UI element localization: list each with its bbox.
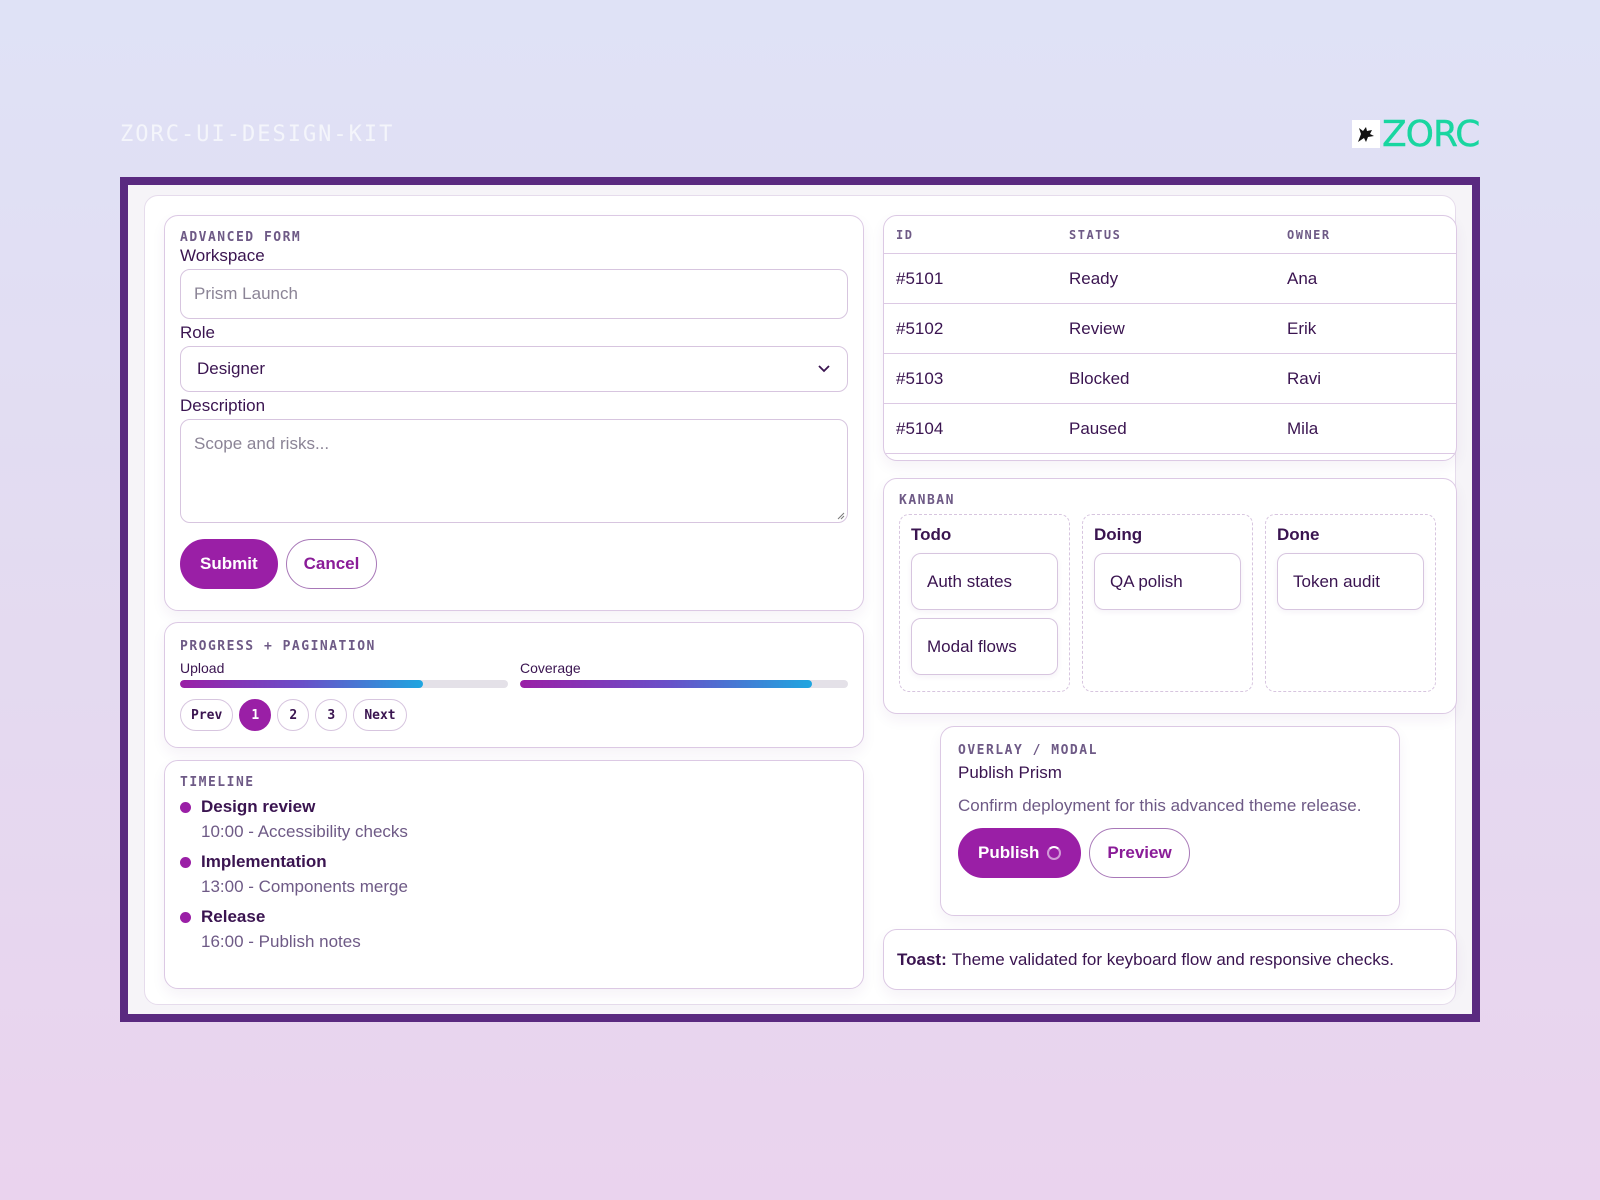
kit-title: ZORC-UI-DESIGN-KIT (120, 122, 395, 147)
loading-spinner-icon (1047, 846, 1062, 860)
section-label-kanban: KANBAN (899, 493, 955, 508)
publish-button[interactable]: Publish (958, 828, 1082, 878)
section-label-form: ADVANCED FORM (180, 230, 302, 245)
kanban-column-done: Done Token audit (1265, 514, 1436, 692)
kanban-column-title: Done (1277, 525, 1320, 544)
role-value: Designer (197, 359, 266, 378)
timeline-dot-icon (180, 857, 191, 868)
timeline-card: TIMELINE Design review 10:00 - Accessibi… (164, 760, 864, 989)
modal-dialog: OVERLAY / MODAL Publish Prism Confirm de… (940, 726, 1400, 916)
timeline-item: Release 16:00 - Publish notes (180, 907, 848, 952)
kanban-card[interactable]: Token audit (1277, 553, 1424, 610)
page-3-button[interactable]: 3 (315, 699, 348, 731)
cell-status: Ready (1069, 268, 1119, 288)
progress-label: Coverage (520, 660, 581, 676)
timeline-detail: 10:00 - Accessibility checks (201, 822, 408, 841)
cell-id: #5103 (896, 368, 944, 388)
role-label: Role (180, 323, 215, 342)
cell-id: #5102 (896, 318, 944, 338)
workspace-label: Workspace (180, 246, 265, 265)
table-row[interactable]: #5102 Review Erik (884, 304, 1456, 354)
timeline-detail: 13:00 - Components merge (201, 877, 408, 896)
section-label-progress: PROGRESS + PAGINATION (180, 639, 376, 654)
progress-upload: Upload (180, 660, 508, 688)
progress-fill (180, 680, 423, 688)
brand-logo[interactable]: ZORC (1352, 113, 1481, 155)
section-label-modal: OVERLAY / MODAL (958, 743, 1098, 758)
timeline-dot-icon (180, 802, 191, 813)
cancel-button[interactable]: Cancel (285, 539, 378, 589)
page-1-button[interactable]: 1 (239, 699, 272, 731)
description-placeholder: Scope and risks... (194, 434, 330, 453)
table-row[interactable]: #5104 Paused Mila (884, 404, 1456, 454)
timeline-dot-icon (180, 912, 191, 923)
workspace-input[interactable]: Prism Launch (180, 269, 848, 319)
cell-status: Review (1069, 318, 1125, 338)
description-label: Description (180, 396, 266, 415)
cell-status: Blocked (1069, 368, 1130, 388)
role-select[interactable]: Designer (180, 346, 848, 392)
kanban-column-todo: Todo Auth states Modal flows (899, 514, 1070, 692)
kit-frame: ADVANCED FORM Workspace Prism Launch Rol… (120, 177, 1480, 1022)
table-header-row: ID STATUS OWNER (884, 216, 1456, 254)
toast-label: Toast: (897, 949, 947, 969)
column-header-id[interactable]: ID (884, 228, 1069, 242)
kanban-board: KANBAN Todo Auth states Modal flows Doin… (883, 478, 1457, 714)
cell-owner: Erik (1287, 318, 1317, 338)
data-table: ID STATUS OWNER #5101 Ready Ana #5102 Re… (883, 215, 1457, 461)
kanban-card[interactable]: QA polish (1094, 553, 1241, 610)
timeline-title: Implementation (201, 852, 327, 871)
timeline-title: Design review (201, 797, 316, 816)
progress-label: Upload (180, 660, 225, 676)
kanban-card[interactable]: Auth states (911, 553, 1058, 610)
frame-inner: ADVANCED FORM Workspace Prism Launch Rol… (128, 185, 1472, 1014)
timeline-detail: 16:00 - Publish notes (201, 932, 361, 951)
wolf-icon (1352, 120, 1380, 148)
page-2-button[interactable]: 2 (277, 699, 310, 731)
kanban-column-title: Doing (1094, 525, 1143, 544)
progress-coverage: Coverage (520, 660, 848, 688)
timeline-item: Implementation 13:00 - Components merge (180, 852, 848, 897)
workspace-placeholder: Prism Launch (194, 284, 298, 303)
timeline-item: Design review 10:00 - Accessibility chec… (180, 797, 848, 842)
section-label-timeline: TIMELINE (180, 775, 255, 790)
description-textarea[interactable]: Scope and risks... (180, 419, 848, 523)
publish-label: Publish (978, 843, 1040, 862)
brand-name: ZORC (1382, 113, 1481, 155)
cell-owner: Ravi (1287, 368, 1322, 388)
modal-text: Confirm deployment for this advanced the… (958, 796, 1362, 815)
prev-page-button[interactable]: Prev (180, 699, 234, 731)
progress-track (180, 680, 508, 688)
cell-owner: Mila (1287, 418, 1319, 438)
progress-card: PROGRESS + PAGINATION Upload Coverage Pr… (164, 622, 864, 748)
column-header-owner[interactable]: OWNER (1287, 228, 1456, 242)
submit-button[interactable]: Submit (180, 539, 278, 589)
cell-status: Paused (1069, 418, 1127, 438)
toast-notification: Toast: Theme validated for keyboard flow… (883, 929, 1457, 990)
chevron-down-icon (818, 365, 830, 373)
progress-fill (520, 680, 812, 688)
resize-grip-icon[interactable] (835, 510, 845, 520)
component-canvas: ADVANCED FORM Workspace Prism Launch Rol… (144, 195, 1457, 1005)
preview-button[interactable]: Preview (1089, 828, 1190, 878)
timeline-title: Release (201, 907, 266, 926)
advanced-form-card: ADVANCED FORM Workspace Prism Launch Rol… (164, 215, 864, 611)
toast-message: Theme validated for keyboard flow and re… (951, 949, 1394, 969)
table-row[interactable]: #5103 Blocked Ravi (884, 354, 1456, 404)
next-page-button[interactable]: Next (353, 699, 407, 731)
kanban-card[interactable]: Modal flows (911, 618, 1058, 675)
cell-id: #5104 (896, 418, 944, 438)
progress-track (520, 680, 848, 688)
column-header-status[interactable]: STATUS (1069, 228, 1287, 242)
kanban-column-title: Todo (911, 525, 952, 544)
kanban-column-doing: Doing QA polish (1082, 514, 1253, 692)
table-row[interactable]: #5101 Ready Ana (884, 254, 1456, 304)
cell-id: #5101 (896, 268, 944, 288)
pagination: Prev 1 2 3 Next (180, 699, 848, 731)
cell-owner: Ana (1287, 268, 1318, 288)
modal-title: Publish Prism (958, 763, 1062, 782)
